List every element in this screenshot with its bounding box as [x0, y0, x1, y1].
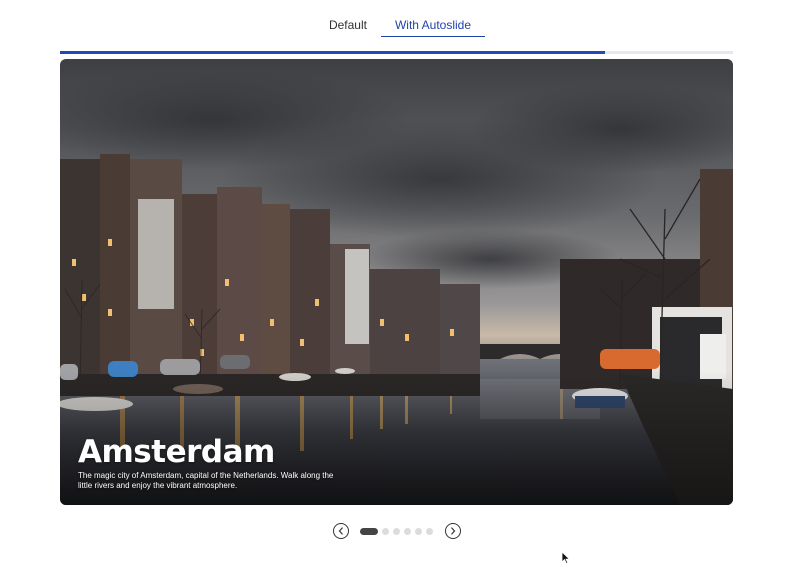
autoslide-progress-fill: [60, 51, 606, 54]
carousel-slide[interactable]: Amsterdam The magic city of Amsterdam, c…: [60, 59, 733, 505]
pagination-dot-4[interactable]: [404, 527, 411, 535]
chevron-left-icon: [338, 527, 343, 535]
pagination-dot-6[interactable]: [426, 527, 433, 535]
mouse-cursor-icon: [561, 551, 571, 565]
pagination-dot-5[interactable]: [415, 527, 422, 535]
tab-bar: Default With Autoslide: [0, 12, 800, 38]
tab-with-autoslide[interactable]: With Autoslide: [380, 12, 486, 37]
carousel-controls: [333, 522, 461, 540]
pagination-dot-3[interactable]: [393, 527, 400, 535]
pagination-dots: [360, 527, 433, 535]
chevron-right-icon: [451, 527, 456, 535]
pagination-dot-2[interactable]: [382, 527, 389, 535]
tab-default[interactable]: Default: [315, 12, 381, 36]
next-slide-button[interactable]: [445, 523, 461, 539]
previous-slide-button[interactable]: [333, 523, 349, 539]
slide-caption: Amsterdam The magic city of Amsterdam, c…: [78, 435, 378, 491]
pagination-dot-1[interactable]: [360, 527, 378, 535]
autoslide-progress-bar: [60, 51, 733, 54]
slide-title: Amsterdam: [78, 434, 275, 470]
slide-description: The magic city of Amsterdam, capital of …: [78, 471, 334, 490]
